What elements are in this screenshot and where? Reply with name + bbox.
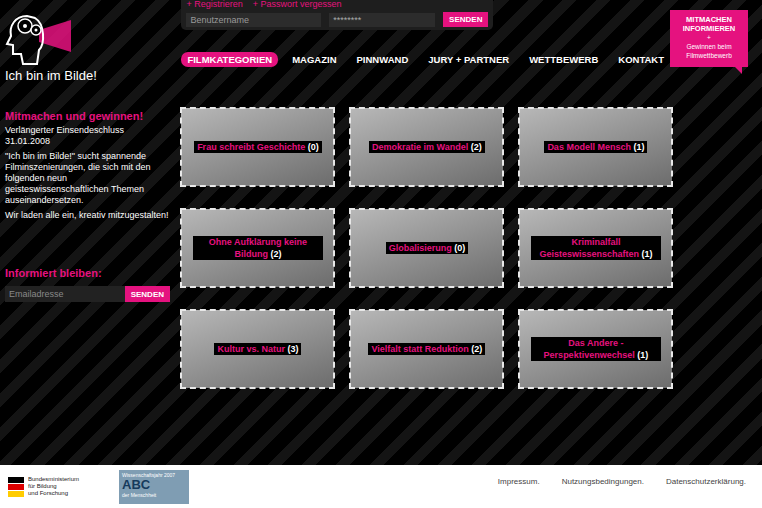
promo-badge[interactable]: MITMACHENINFORMIEREN+Gewinnen beimFilmwe… (670, 10, 748, 67)
category-label: Kriminalfall Geisteswissenschaften (1) (531, 236, 661, 260)
footer-link[interactable]: Datenschutzerklärung. (666, 477, 746, 486)
login-link[interactable]: + Passwort vergessen (253, 0, 342, 9)
category-count: (0) (308, 142, 319, 152)
footer-links: Impressum. Nutzungsbedingungen. Datenschut… (498, 477, 746, 486)
content: + Registrieren + Passwort vergessen Benutz… (181, 0, 762, 465)
username-input[interactable]: Benutzername (186, 13, 321, 27)
ministry-logo[interactable]: Bundesministeriumfür Bildungund Forschun… (8, 476, 79, 497)
category-count: (1) (637, 350, 648, 360)
category-card[interactable]: Kriminalfall Geisteswissenschaften (1) (519, 209, 672, 287)
category-label: Demokratie im Wandel (2) (369, 141, 485, 153)
newsletter-send-button[interactable]: SENDEN (125, 286, 170, 302)
page: Ich bin im Bilde! Mitmachen und gewinnen!… (0, 0, 762, 508)
category-card[interactable]: Frau schreibt Geschichte (0) (181, 108, 334, 186)
intro-title: Mitmachen und gewinnen! (5, 110, 181, 122)
category-count: (1) (641, 249, 652, 259)
category-label: Das Modell Mensch (1) (544, 141, 647, 153)
category-label: Kultur vs. Natur (3) (214, 343, 301, 355)
category-label: Ohne Aufklärung keine Bildung (2) (193, 236, 323, 260)
main-nav: FILMKATEGORIEN MAGAZIN PINNWAND JURY + PART… (181, 52, 670, 67)
promo-line: + (707, 33, 711, 42)
header: + Registrieren + Passwort vergessen Benutz… (181, 0, 762, 67)
nav-item[interactable]: FILMKATEGORIEN (181, 52, 278, 67)
category-count: (2) (471, 142, 482, 152)
category-label: Vielfalt statt Reduktion (2) (368, 343, 485, 355)
intro-deadline: Verlängerter Einsendeschluss 31.01.2008 (5, 125, 170, 147)
newsletter-form: EmailadresseSENDEN (5, 286, 170, 302)
logo-head-icon (5, 12, 71, 66)
category-card[interactable]: Globalisierung (0) (350, 209, 503, 287)
promo-line: Filmwettbewerb (686, 51, 732, 60)
password-input[interactable]: ******** (329, 13, 435, 27)
badge-big: ABC (122, 478, 186, 492)
logo-text: Ich bin im Bilde! (5, 68, 97, 83)
category-label: Frau schreibt Geschichte (0) (194, 141, 322, 153)
intro-paragraph: "Ich bin im Bilde!" sucht spannende Film… (5, 151, 170, 206)
sidebar: Ich bin im Bilde! Mitmachen und gewinnen!… (0, 0, 181, 465)
main: Ich bin im Bilde! Mitmachen und gewinnen!… (0, 0, 762, 465)
category-count: (2) (270, 249, 281, 259)
category-count: (2) (471, 344, 482, 354)
eagle-icon (8, 477, 24, 497)
nav-item[interactable]: PINNWAND (351, 52, 415, 67)
nav-item[interactable]: KONTAKT (612, 52, 670, 67)
logo[interactable]: Ich bin im Bilde! (5, 12, 181, 110)
category-label: Globalisierung (0) (386, 242, 469, 254)
intro-paragraph: Wir laden alle ein, kreativ mitzugestalt… (5, 210, 170, 221)
category-count: (3) (287, 344, 298, 354)
category-count: (1) (633, 142, 644, 152)
login-links: + Registrieren + Passwort vergessen (186, 0, 488, 9)
login-send-button[interactable]: SENDEN (443, 12, 488, 27)
header-left: + Registrieren + Passwort vergessen Benutz… (181, 0, 670, 67)
category-label: Das Andere - Perspektivenwechsel (1) (531, 337, 661, 361)
category-card[interactable]: Vielfalt statt Reduktion (2) (350, 310, 503, 388)
footer-link[interactable]: Nutzungsbedingungen. (562, 477, 644, 486)
category-card[interactable]: Das Andere - Perspektivenwechsel (1) (519, 310, 672, 388)
promo-line: INFORMIEREN (683, 24, 736, 33)
ministry-text: für Bildung (28, 483, 79, 490)
category-card[interactable]: Das Modell Mensch (1) (519, 108, 672, 186)
login-link[interactable]: + Registrieren (186, 0, 242, 9)
category-grid: Frau schreibt Geschichte (0) Demokratie i… (181, 108, 762, 388)
ministry-text: Bundesministerium (28, 476, 79, 483)
category-card[interactable]: Ohne Aufklärung keine Bildung (2) (181, 209, 334, 287)
nav-item[interactable]: MAGAZIN (286, 52, 342, 67)
category-count: (0) (454, 243, 465, 253)
category-card[interactable]: Demokratie im Wandel (2) (350, 108, 503, 186)
promo-line: MITMACHEN (686, 15, 732, 24)
nav-item[interactable]: JURY + PARTNER (422, 52, 515, 67)
login-box: + Registrieren + Passwort vergessen Benutz… (181, 0, 493, 30)
year-badge[interactable]: Wissenschaftsjahr 2007ABCder Menschheit (119, 470, 189, 504)
newsletter-title: Informiert bleiben: (5, 267, 181, 279)
login-fields: Benutzername ******** SENDEN (186, 12, 488, 27)
category-card[interactable]: Kultur vs. Natur (3) (181, 310, 334, 388)
email-input[interactable]: Emailadresse (5, 286, 125, 302)
nav-item[interactable]: WETTBEWERB (523, 52, 604, 67)
promo-line: Gewinnen beim (686, 42, 731, 51)
footer: Bundesministeriumfür Bildungund Forschun… (0, 465, 762, 508)
badge-sub: der Menschheit (122, 492, 186, 498)
footer-link[interactable]: Impressum. (498, 477, 540, 486)
ministry-text: und Forschung (28, 490, 79, 497)
